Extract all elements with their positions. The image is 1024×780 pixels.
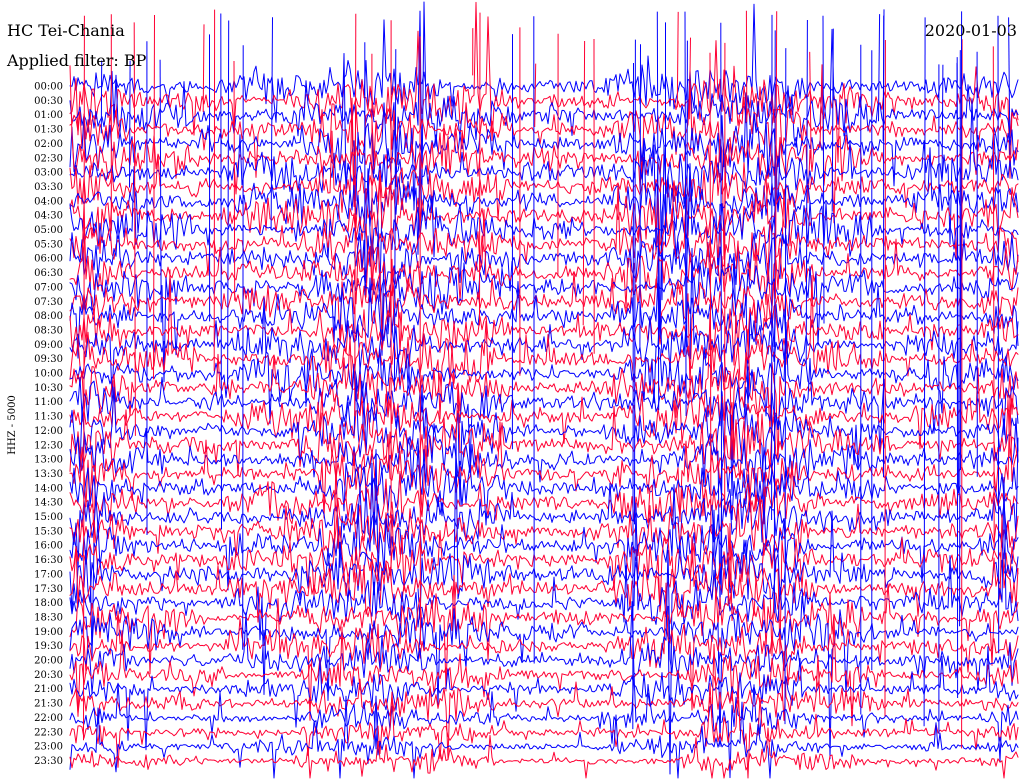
time-tick-label: 03:00 xyxy=(34,168,63,179)
time-tick-label: 15:30 xyxy=(34,526,63,537)
time-tick-label: 11:30 xyxy=(34,412,63,423)
time-tick-label: 23:00 xyxy=(34,742,63,753)
time-tick-label: 10:30 xyxy=(34,383,63,394)
helicorder-plot: 00:00 00:30 01:00 01:30 02:00 02:30 03:00 03:30… xyxy=(0,0,1024,780)
time-tick-label: 21:30 xyxy=(34,699,63,710)
time-tick-label: 09:30 xyxy=(34,354,63,365)
seismic-spike xyxy=(479,12,481,326)
time-tick-label: 14:30 xyxy=(34,498,63,509)
time-tick-label: 13:30 xyxy=(34,469,63,480)
time-tick-label: 04:30 xyxy=(34,211,63,222)
time-tick-label: 19:30 xyxy=(34,641,63,652)
time-tick-label: 11:00 xyxy=(34,397,63,408)
seismic-spike xyxy=(997,15,1000,654)
time-tick-label: 17:30 xyxy=(34,584,63,595)
seismic-spike xyxy=(220,13,222,530)
time-tick-label: 22:00 xyxy=(34,713,63,724)
time-tick-label: 07:00 xyxy=(34,282,63,293)
time-tick-label: 02:30 xyxy=(34,153,63,164)
time-tick-label: 05:00 xyxy=(34,225,63,236)
seismic-spike xyxy=(959,50,961,627)
time-tick-label: 06:30 xyxy=(34,268,63,279)
channel-label: HHZ - 5000 xyxy=(7,395,18,455)
time-tick-label: 21:00 xyxy=(34,684,63,695)
time-tick-label: 18:30 xyxy=(34,612,63,623)
seismic-spike xyxy=(686,40,688,348)
time-tick-label: 08:30 xyxy=(34,325,63,336)
time-tick-label: 08:00 xyxy=(34,311,63,322)
seismic-spike xyxy=(639,44,641,352)
time-tick-label: 23:30 xyxy=(34,756,63,767)
time-tick-label: 19:00 xyxy=(34,627,63,638)
seismic-spike xyxy=(129,60,131,188)
time-tick-label: 05:30 xyxy=(34,239,63,250)
time-tick-label: 22:30 xyxy=(34,727,63,738)
time-tick-label: 09:00 xyxy=(34,340,63,351)
time-tick-label: 16:00 xyxy=(34,541,63,552)
time-tick-label: 14:00 xyxy=(34,483,63,494)
seismic-spike xyxy=(242,45,244,650)
time-tick-label: 20:30 xyxy=(34,670,63,681)
time-tick-label: 12:00 xyxy=(34,426,63,437)
time-tick-label: 02:00 xyxy=(34,139,63,150)
seismic-spike xyxy=(233,60,236,301)
time-tick-label: 04:00 xyxy=(34,196,63,207)
time-tick-label: 16:30 xyxy=(34,555,63,566)
chart-title: HC Tei-Chania xyxy=(7,21,125,40)
time-tick-label: 00:00 xyxy=(34,82,63,93)
time-tick-label: 18:00 xyxy=(34,598,63,609)
time-tick-label: 03:30 xyxy=(34,182,63,193)
time-tick-label: 20:00 xyxy=(34,656,63,667)
time-tick-label: 12:30 xyxy=(34,440,63,451)
time-tick-label: 13:00 xyxy=(34,455,63,466)
time-tick-label: 10:00 xyxy=(34,369,63,380)
date-label: 2020-01-03 xyxy=(925,21,1017,40)
seismic-spike xyxy=(632,62,634,730)
time-tick-label: 01:30 xyxy=(34,125,63,136)
filter-subtitle: Applied filter: BP xyxy=(6,51,147,70)
time-tick-label: 15:00 xyxy=(34,512,63,523)
time-tick-label: 07:30 xyxy=(34,297,63,308)
time-tick-label: 00:30 xyxy=(34,96,63,107)
time-tick-label: 17:00 xyxy=(34,569,63,580)
time-tick-label: 01:00 xyxy=(34,110,63,121)
time-tick-label: 06:00 xyxy=(34,254,63,265)
